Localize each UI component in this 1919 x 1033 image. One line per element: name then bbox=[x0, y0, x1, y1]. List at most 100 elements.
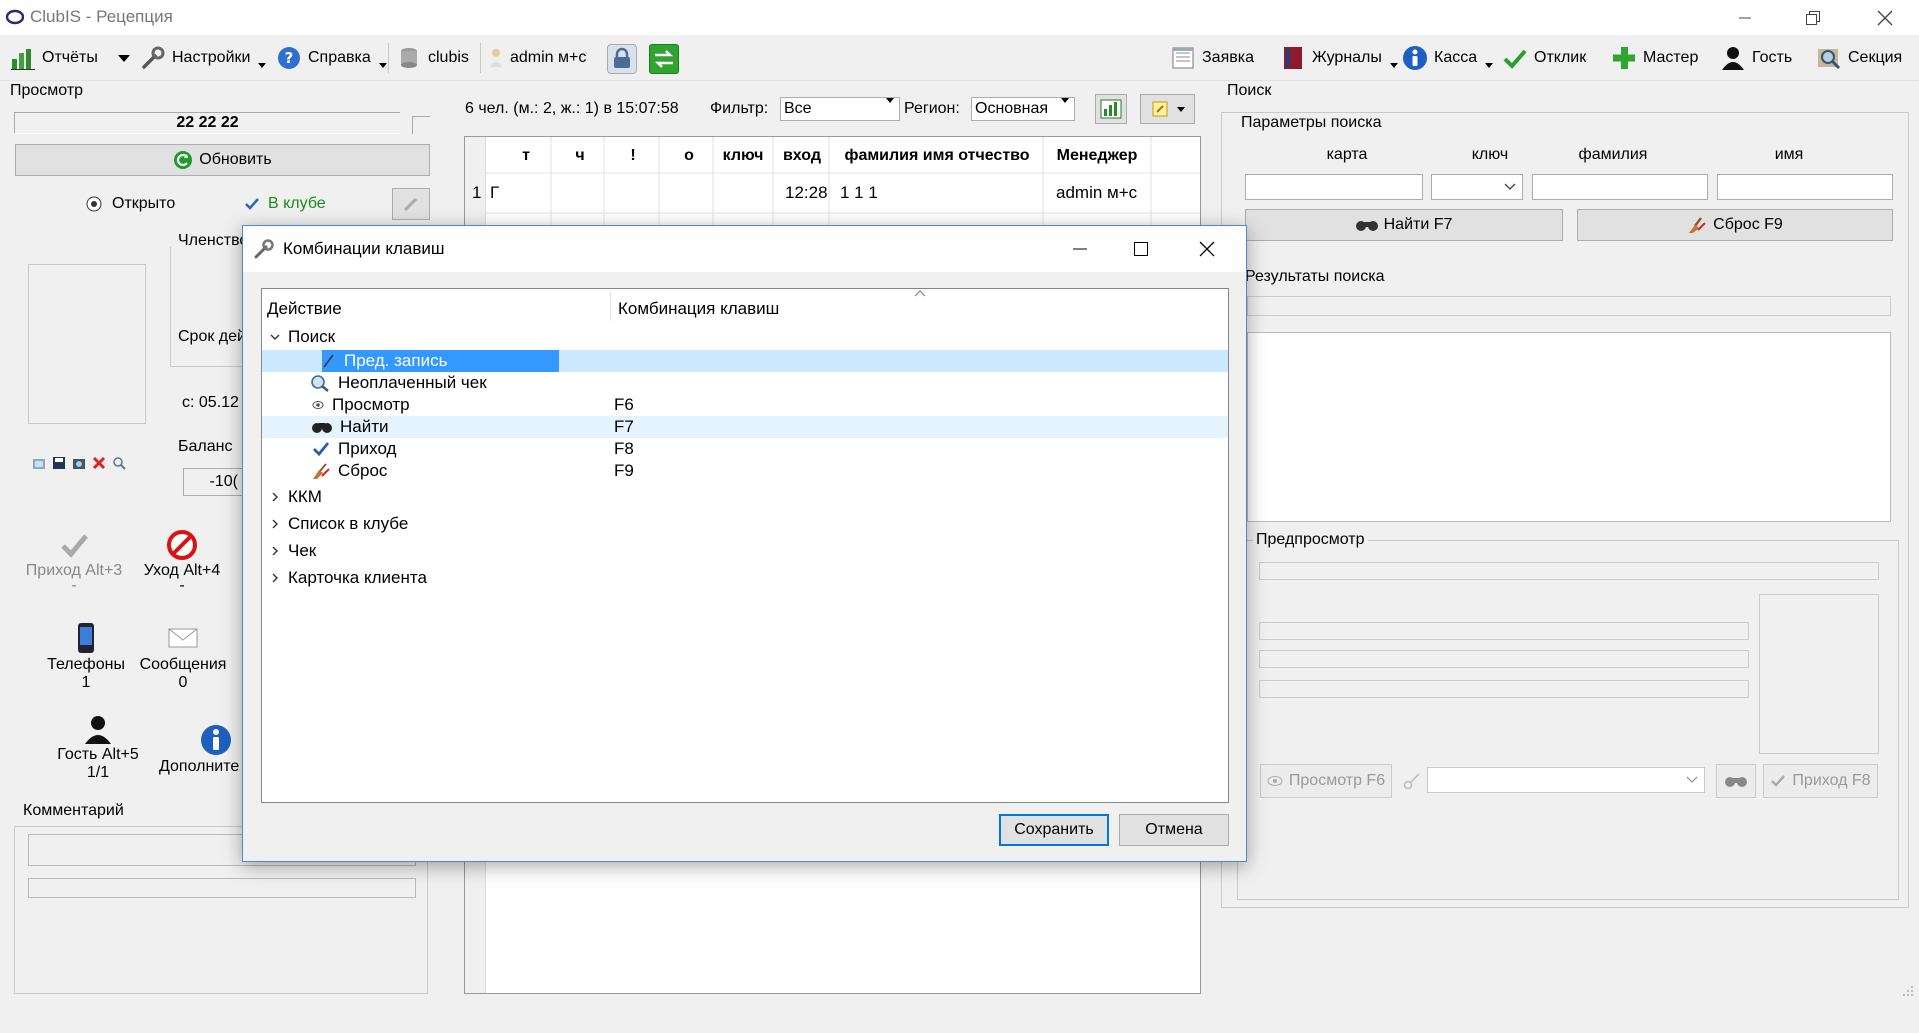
key-select[interactable] bbox=[1427, 767, 1705, 793]
guest-tile[interactable]: Гость Alt+5 1/1 bbox=[42, 714, 154, 782]
eye-icon bbox=[1267, 776, 1283, 786]
arrival-f8-button[interactable]: Приход F8 bbox=[1763, 764, 1878, 798]
extra-tile[interactable]: Дополните bbox=[156, 724, 246, 776]
find-key-button[interactable] bbox=[1716, 764, 1756, 798]
guest-button[interactable]: Гость bbox=[1720, 41, 1792, 75]
resize-grip-icon[interactable] bbox=[1901, 984, 1915, 996]
tree-item-unpaid-check[interactable]: Неоплаченный чек bbox=[262, 372, 1228, 394]
comment-line bbox=[28, 878, 416, 898]
tree-item-arrival[interactable]: Приход F8 bbox=[262, 438, 1228, 460]
request-button[interactable]: Заявка bbox=[1170, 41, 1254, 75]
tree-group-check[interactable]: Чек bbox=[262, 537, 1228, 564]
in-club-status: В клубе bbox=[244, 195, 326, 213]
chevron-down-icon bbox=[1504, 183, 1516, 190]
zoom-icon[interactable] bbox=[112, 456, 126, 470]
col-name-label: имя bbox=[1774, 146, 1804, 163]
card-search-input[interactable] bbox=[1245, 174, 1423, 200]
journals-menu[interactable]: Журналы bbox=[1280, 41, 1398, 75]
person-silhouette-icon bbox=[1722, 47, 1744, 70]
col-action-header[interactable]: Действие bbox=[267, 299, 342, 319]
reset-button[interactable]: Сброс F9 bbox=[1577, 209, 1893, 241]
open-image-icon[interactable] bbox=[32, 456, 46, 470]
find-button[interactable]: Найти F7 bbox=[1245, 209, 1563, 241]
checkmark-icon bbox=[245, 198, 259, 210]
dialog-close-button[interactable] bbox=[1177, 226, 1237, 272]
notes-dropdown-button[interactable] bbox=[1140, 94, 1195, 124]
checkmark-icon bbox=[1503, 49, 1527, 69]
tree-item-find[interactable]: Найти F7 bbox=[262, 416, 1228, 438]
save-button[interactable]: Сохранить bbox=[999, 814, 1109, 846]
card-number-field[interactable]: 22 22 22 bbox=[14, 112, 400, 134]
broom-icon bbox=[1689, 217, 1706, 233]
search-results-list[interactable] bbox=[1247, 332, 1891, 522]
tree-item-view[interactable]: Просмотр F6 bbox=[262, 394, 1228, 416]
hotkeys-tree[interactable]: Действие Комбинация клавиш Поиск Пред. з… bbox=[261, 288, 1229, 803]
arrival-tile[interactable]: Приход Alt+3 - bbox=[18, 532, 130, 594]
leave-tile[interactable]: Уход Alt+4 - bbox=[135, 530, 229, 594]
checkmark-icon bbox=[61, 534, 88, 558]
view-button[interactable]: Просмотр F6 bbox=[1260, 764, 1392, 798]
minimize-button[interactable] bbox=[1716, 0, 1774, 35]
open-radio[interactable]: Открыто bbox=[86, 195, 175, 213]
chevron-down-icon bbox=[1485, 62, 1494, 68]
restore-button[interactable] bbox=[1784, 0, 1842, 35]
dialog-maximize-button[interactable] bbox=[1116, 226, 1166, 272]
tree-group-search[interactable]: Поиск bbox=[262, 323, 1228, 350]
chevron-down-icon bbox=[1686, 776, 1698, 783]
tree-group-client-card[interactable]: Карточка клиента bbox=[262, 564, 1228, 591]
sort-ascending-icon bbox=[914, 290, 926, 297]
help-menu[interactable]: ? Справка bbox=[276, 41, 387, 75]
switch-user-button[interactable] bbox=[649, 44, 679, 74]
tree-group-kkm[interactable]: ККМ bbox=[262, 483, 1228, 510]
settings-menu[interactable]: Настройки bbox=[140, 41, 267, 75]
region-select[interactable]: Основная bbox=[971, 97, 1075, 121]
chevron-down-icon bbox=[258, 62, 267, 68]
save-icon[interactable] bbox=[52, 456, 66, 470]
col-card-label: карта bbox=[1326, 146, 1368, 163]
preview-title: Предпросмотр bbox=[1253, 531, 1368, 549]
toolbar-separator bbox=[388, 43, 389, 73]
section-button[interactable]: Секция bbox=[1816, 41, 1902, 75]
surname-search-input[interactable] bbox=[1532, 174, 1708, 200]
tree-item-prev-record[interactable]: Пред. запись bbox=[262, 350, 1228, 372]
toolbar-separator bbox=[480, 43, 481, 73]
filter-label: Фильтр: bbox=[710, 100, 769, 117]
close-button[interactable] bbox=[1856, 0, 1914, 35]
tree-group-club-list[interactable]: Список в клубе bbox=[262, 510, 1228, 537]
refresh-button[interactable]: Обновить bbox=[15, 144, 430, 176]
cash-menu[interactable]: Касса bbox=[1402, 41, 1494, 75]
key-search-select[interactable] bbox=[1431, 174, 1523, 200]
dialog-minimize-button[interactable] bbox=[1055, 226, 1105, 272]
reports-menu[interactable]: Отчёты bbox=[10, 41, 130, 75]
phones-tile[interactable]: Телефоны 1 bbox=[36, 622, 136, 692]
region-label: Регион: bbox=[904, 100, 960, 117]
cancel-button[interactable]: Отмена bbox=[1119, 814, 1229, 846]
title-bar: ClubIS - Рецепция bbox=[0, 0, 1919, 35]
close-icon bbox=[1877, 10, 1893, 25]
camera-icon[interactable] bbox=[72, 456, 86, 470]
pen-icon bbox=[403, 197, 418, 212]
col-keys-header[interactable]: Комбинация клавиш bbox=[618, 299, 779, 319]
exchange-arrows-icon bbox=[654, 50, 674, 68]
close-icon bbox=[1199, 241, 1215, 257]
edit-button[interactable] bbox=[392, 188, 430, 220]
magnifier-icon bbox=[311, 375, 329, 392]
messages-tile[interactable]: Сообщения 0 bbox=[136, 626, 230, 692]
key-icon bbox=[1403, 773, 1420, 790]
wizard-button[interactable]: Мастер bbox=[1611, 41, 1698, 75]
filter-select[interactable]: Все bbox=[780, 97, 900, 121]
search-person-icon bbox=[1818, 49, 1841, 70]
lock-button[interactable] bbox=[607, 44, 637, 74]
chevron-right-icon bbox=[272, 519, 278, 528]
view-section-title: Просмотр bbox=[10, 82, 84, 99]
response-button[interactable]: Отклик bbox=[1502, 41, 1586, 75]
export-button[interactable] bbox=[1095, 94, 1127, 124]
binoculars-icon bbox=[1355, 221, 1378, 231]
tree-item-reset[interactable]: Сброс F9 bbox=[262, 460, 1228, 482]
minimize-icon bbox=[1073, 248, 1087, 250]
eye-icon bbox=[312, 401, 324, 409]
delete-icon[interactable] bbox=[92, 456, 106, 470]
name-search-input[interactable] bbox=[1717, 174, 1893, 200]
svg-text:?: ? bbox=[285, 49, 294, 67]
main-toolbar: Отчёты Настройки ? Справка clubis admin … bbox=[0, 35, 1919, 81]
